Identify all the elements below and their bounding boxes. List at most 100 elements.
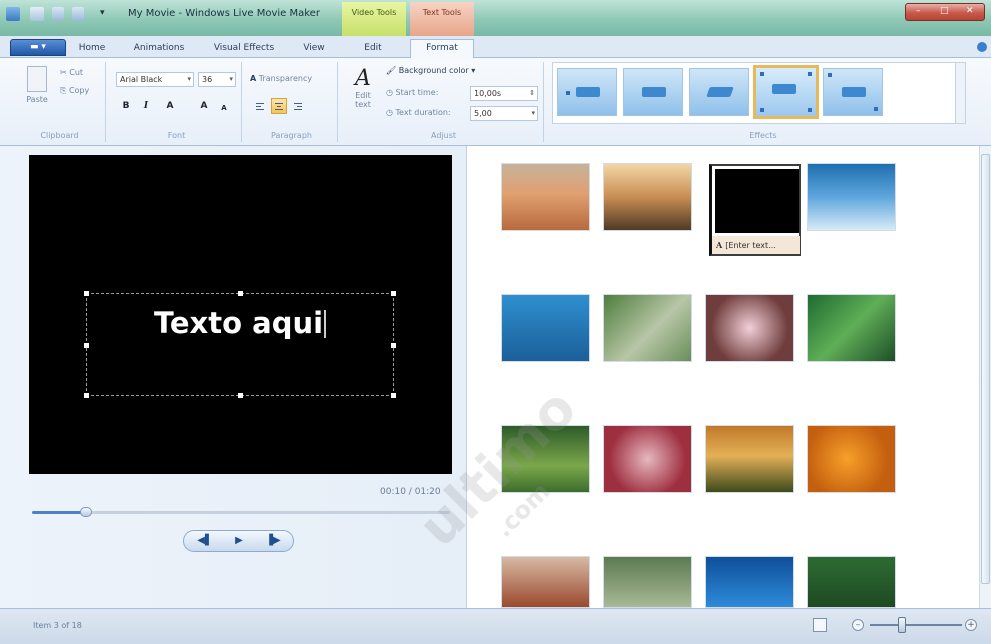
previous-frame-button[interactable]: ◀▌ [192, 534, 218, 548]
paste-icon [27, 66, 47, 92]
next-frame-button[interactable]: ▐▶ [260, 534, 286, 548]
clip-toucan[interactable] [807, 556, 896, 608]
paragraph-group: A Transparency Paragraph [246, 62, 338, 142]
zoom-slider[interactable] [870, 624, 962, 626]
chevron-down-icon: ▾ [187, 75, 191, 83]
text-duration-value: 5,00 [474, 109, 492, 118]
shrink-font-button[interactable]: A [216, 100, 232, 116]
background-color-button[interactable]: 🖌 Background color ▾ [386, 66, 475, 75]
clip-fish[interactable] [705, 556, 794, 608]
grow-font-button[interactable]: A [196, 98, 212, 114]
zoom-out-button[interactable]: – [852, 619, 864, 631]
clip-tree-sunset[interactable] [603, 163, 692, 231]
effect-arc[interactable] [689, 68, 749, 116]
paragraph-group-label: Paragraph [271, 131, 312, 140]
paste-button[interactable]: Paste [24, 66, 50, 104]
undo-icon[interactable] [52, 7, 64, 21]
clip-text-item-selected[interactable]: A [Enter text... [709, 164, 801, 256]
status-bar: Item 3 of 18 – + [0, 608, 991, 644]
scrollbar-thumb[interactable] [981, 154, 990, 584]
start-time-label-text: Start time: [395, 88, 439, 97]
effects-group-label: Effects [749, 131, 777, 140]
chevron-down-icon: ▾ [229, 75, 233, 83]
seek-bar[interactable] [32, 511, 450, 514]
ribbon-tab-row: ▬ ▾ Home Animations Visual Effects View … [0, 36, 991, 59]
edit-text-icon: A [355, 66, 371, 91]
tab-visual-effects[interactable]: Visual Effects [205, 40, 283, 58]
tab-edit[interactable]: Edit [346, 40, 400, 58]
cut-label: Cut [69, 68, 84, 77]
align-left-button[interactable] [252, 98, 268, 114]
clip-leaves[interactable] [807, 294, 896, 362]
customize-toolbar-arrow-icon[interactable]: ▾ [100, 8, 105, 18]
font-group-label: Font [167, 131, 186, 140]
clip-red-plant[interactable] [603, 425, 692, 493]
clip-iceberg[interactable] [807, 163, 896, 231]
text-tools-context: Text Tools [410, 2, 474, 36]
seek-thumb[interactable] [80, 507, 93, 517]
play-button[interactable]: ▶ [226, 534, 252, 548]
preview-caption: Texto aqui [87, 306, 393, 340]
text-item-caption[interactable]: A [Enter text... [712, 236, 800, 254]
cut-button[interactable]: ✂ Cut [60, 68, 83, 77]
save-icon[interactable] [30, 7, 44, 21]
effect-fly-in[interactable] [557, 68, 617, 116]
video-preview[interactable]: Texto aqui [29, 155, 452, 474]
text-cursor [324, 310, 327, 338]
minimize-icon[interactable]: – [916, 6, 921, 16]
adjust-group-label: Adjust [430, 131, 456, 140]
copy-button[interactable]: ⎘ Copy [60, 86, 89, 96]
tab-animations[interactable]: Animations [122, 40, 196, 58]
edit-text-button[interactable]: A Edit text [348, 66, 378, 109]
clip-flowers[interactable] [705, 294, 794, 362]
bold-button[interactable]: B [118, 98, 134, 114]
spinner-icon[interactable]: ⇕ [529, 87, 535, 100]
redo-icon[interactable] [72, 7, 84, 21]
start-time-input[interactable]: 10,00s ⇕ [470, 86, 538, 101]
background-color-label: Background color [398, 66, 469, 75]
text-duration-select[interactable]: 5,00 ▾ [470, 106, 538, 121]
clip-autumn-tree[interactable] [705, 425, 794, 493]
window-controls: – □ ✕ [905, 3, 985, 21]
zoom-thumb[interactable] [898, 617, 907, 633]
paste-label: Paste [26, 95, 48, 104]
align-right-button[interactable] [290, 98, 306, 114]
text-overlay-box[interactable]: Texto aqui [84, 291, 396, 398]
clip-river-aerial[interactable] [603, 556, 692, 608]
transparency-label: Transparency [258, 74, 313, 83]
clip-whale[interactable] [501, 294, 590, 362]
clip-monument-valley[interactable] [501, 556, 590, 608]
close-icon[interactable]: ✕ [966, 6, 974, 16]
clipboard-group: Paste ✂ Cut ⎘ Copy Clipboard [14, 62, 106, 142]
seek-bar-fill [32, 511, 87, 514]
thumbnail-size-icon[interactable] [813, 618, 827, 632]
italic-button[interactable]: I [138, 98, 154, 114]
app-icon[interactable] [6, 7, 20, 21]
maximize-icon[interactable]: □ [940, 6, 949, 16]
help-icon[interactable] [977, 42, 987, 52]
clip-waterfall[interactable] [603, 294, 692, 362]
zoom-in-button[interactable]: + [965, 619, 977, 631]
ribbon: Paste ✂ Cut ⎘ Copy Clipboard Arial Black… [0, 58, 991, 146]
storyboard-scrollbar[interactable] [979, 146, 991, 608]
effect-expand[interactable] [823, 68, 883, 116]
text-duration-label-text: Text duration: [395, 108, 451, 117]
tab-format[interactable]: Format [410, 39, 474, 59]
tab-view[interactable]: View [294, 40, 334, 58]
effect-zoom-selected[interactable] [753, 65, 819, 119]
font-color-button[interactable]: A [162, 98, 178, 114]
gallery-scroll-buttons[interactable] [955, 63, 965, 123]
tab-home[interactable]: Home [70, 40, 114, 58]
application-menu-button[interactable]: ▬ ▾ [10, 39, 66, 56]
align-center-button[interactable] [271, 98, 287, 114]
text-duration-label: ◷ Text duration: [386, 108, 451, 117]
effect-drop[interactable] [623, 68, 683, 116]
font-family-select[interactable]: Arial Black ▾ [116, 72, 194, 87]
start-time-value: 10,00s [474, 89, 502, 98]
text-item-preview [715, 169, 799, 233]
font-size-select[interactable]: 36 ▾ [198, 72, 236, 87]
clip-desert[interactable] [501, 163, 590, 231]
font-family-value: Arial Black [120, 75, 163, 84]
transparency-button[interactable]: A Transparency [250, 74, 312, 83]
clip-orange-flowers[interactable] [807, 425, 896, 493]
